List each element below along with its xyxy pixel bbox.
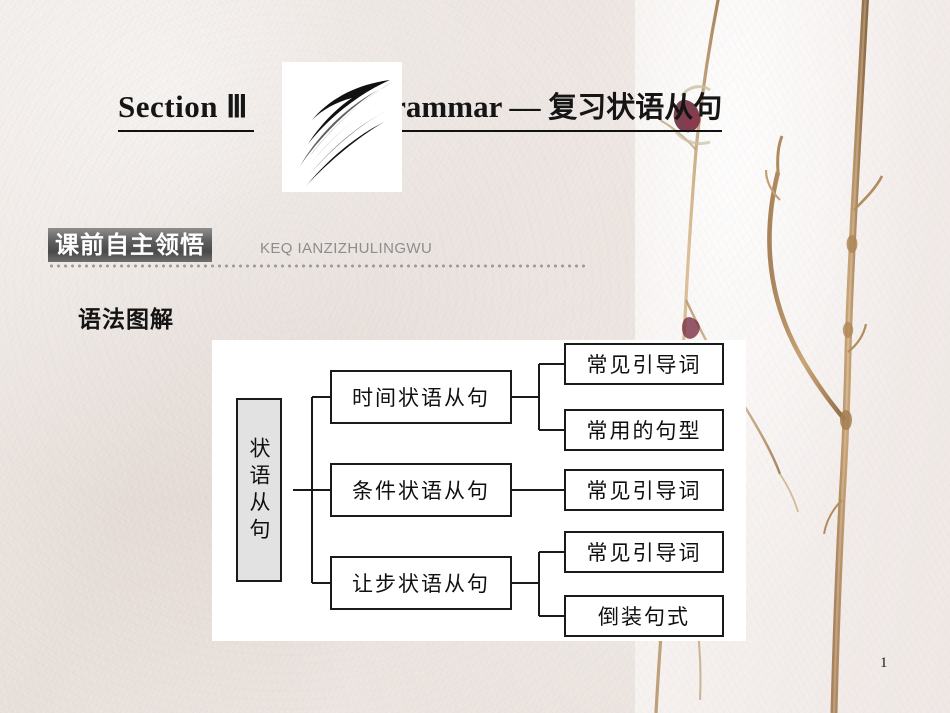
diagram-root-node: 状语从句	[236, 398, 282, 582]
subheading: 语法图解	[78, 307, 174, 333]
section-badge: 课前自主领悟 KEQ IANZIZHULINGWU	[48, 228, 588, 280]
badge-pinyin: KEQ IANZIZHULINGWU	[260, 240, 433, 257]
diagram-leaf-node-concession-inversion: 倒装句式	[564, 595, 724, 637]
diagram-branch-node-condition: 条件状语从句	[330, 463, 512, 517]
diagram-leaf-node-time-conjunctions: 常见引导词	[564, 343, 724, 385]
diagram-leaf-node-concession-conjunctions: 常见引导词	[564, 531, 724, 573]
grammar-diagram-panel: 状语从句 时间状语从句 条件状语从句 让步状语从句 常见引导词 常用的句型 常见…	[212, 340, 746, 641]
swoosh-logo-panel	[282, 62, 402, 192]
slide-canvas: Section Ⅲ Grammar — 复习状语从句 课前自主领悟 KEQ IA…	[0, 0, 950, 713]
diagram-branch-node-concession: 让步状语从句	[330, 556, 512, 610]
section-label: Section Ⅲ	[118, 88, 255, 132]
title-text: Grammar — 复习状语从句	[368, 88, 723, 132]
page-number: 1	[880, 655, 888, 671]
page-title: Section Ⅲ Grammar — 复习状语从句	[118, 88, 723, 132]
badge-label: 课前自主领悟	[55, 231, 205, 259]
diagram-leaf-node-time-patterns: 常用的句型	[564, 409, 724, 451]
badge-dotted-rule	[48, 264, 586, 268]
diagram-leaf-node-condition-conjunctions: 常见引导词	[564, 469, 724, 511]
badge-box: 课前自主领悟	[48, 228, 212, 262]
diagram-branch-node-time: 时间状语从句	[330, 370, 512, 424]
title-cn: 复习状语从句	[548, 90, 723, 124]
swoosh-arrow-icon	[300, 80, 392, 186]
